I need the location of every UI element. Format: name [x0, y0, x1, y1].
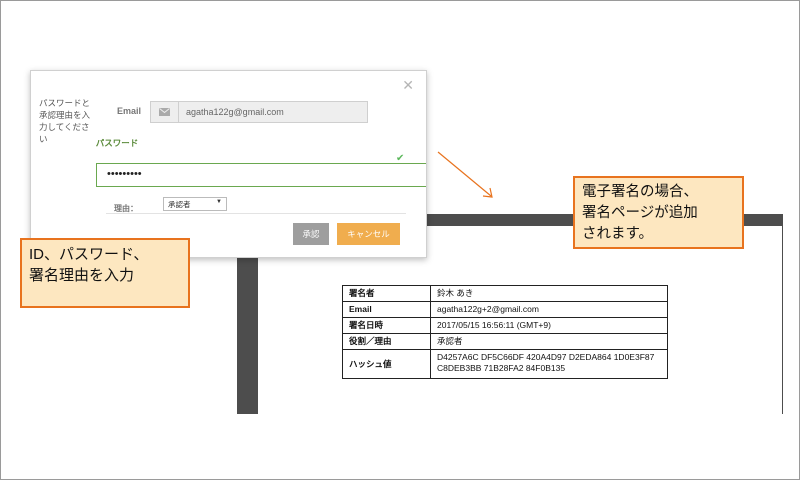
email-label: Email	[117, 106, 142, 116]
caret-down-icon: ▼	[216, 199, 222, 205]
right-arrow-line	[437, 151, 492, 197]
approval-dialog: ✕ パスワードと承認理由を入力してください Email agatha122g@g…	[30, 70, 427, 258]
divider	[106, 213, 406, 214]
callout-line: 署名理由を入力	[29, 267, 135, 284]
close-icon[interactable]: ✕	[402, 77, 414, 94]
callout-line: 署名ページが追加	[582, 205, 698, 221]
password-value: •••••••••	[107, 168, 142, 180]
password-label: パスワード	[95, 138, 139, 148]
cancel-button[interactable]: キャンセル	[337, 223, 400, 245]
reason-selected-value: 承認者	[168, 200, 191, 209]
reason-select[interactable]: 承認者 ▼	[163, 197, 227, 211]
email-field[interactable]: agatha122g@gmail.com	[150, 101, 368, 123]
callout-signature-page-added: 電子署名の場合、 署名ページが追加 されます。	[573, 176, 744, 249]
dialog-instructions: パスワードと承認理由を入力してください	[39, 98, 91, 144]
callout-enter-credentials: ID、パスワード、 署名理由を入力	[20, 238, 190, 308]
password-field[interactable]: •••••••••	[96, 163, 426, 187]
approve-button[interactable]: 承認	[293, 223, 329, 245]
email-value: agatha122g@gmail.com	[186, 107, 284, 117]
callout-line: ID、パスワード、	[29, 246, 149, 263]
envelope-icon	[151, 102, 179, 122]
callout-line: されます。	[582, 226, 654, 242]
callout-line: 電子署名の場合、	[582, 184, 698, 200]
